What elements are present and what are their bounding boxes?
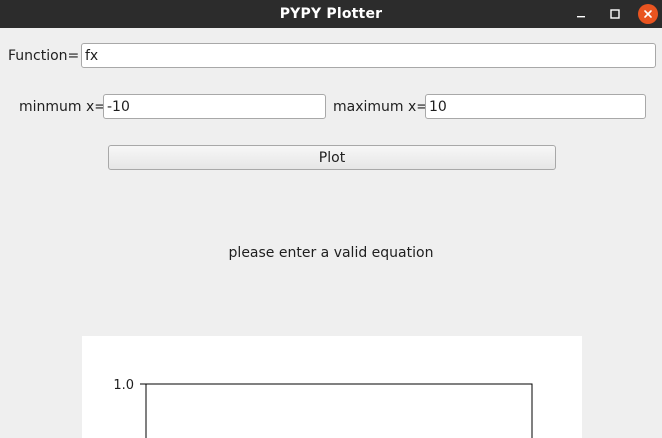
- y-tick-label: 1.0: [113, 378, 134, 393]
- close-button-circle: [638, 4, 658, 24]
- min-x-label: minmum x=: [19, 99, 107, 115]
- plot-canvas: 1.0: [82, 336, 582, 438]
- plot-svg: 1.0: [113, 378, 533, 438]
- plot-button[interactable]: Plot: [108, 145, 556, 170]
- max-x-label: maximum x=: [333, 99, 429, 115]
- minimize-button[interactable]: [571, 4, 591, 24]
- function-input[interactable]: [81, 43, 656, 68]
- function-label: Function=: [8, 48, 80, 64]
- max-x-input[interactable]: [425, 94, 646, 119]
- title-bar: PYPY Plotter: [0, 0, 662, 28]
- app-window: PYPY Plotter Function= minmum x= maximum…: [0, 0, 662, 438]
- window-title: PYPY Plotter: [279, 6, 383, 22]
- plot-frame: [145, 383, 533, 438]
- minimize-icon: [577, 16, 585, 18]
- plot-axes: 1.0: [113, 378, 533, 438]
- min-x-input[interactable]: [103, 94, 326, 119]
- status-message: please enter a valid equation: [228, 245, 434, 261]
- maximize-icon: [610, 9, 620, 19]
- close-button[interactable]: [638, 4, 658, 24]
- close-icon: [644, 10, 652, 18]
- maximize-button[interactable]: [605, 4, 625, 24]
